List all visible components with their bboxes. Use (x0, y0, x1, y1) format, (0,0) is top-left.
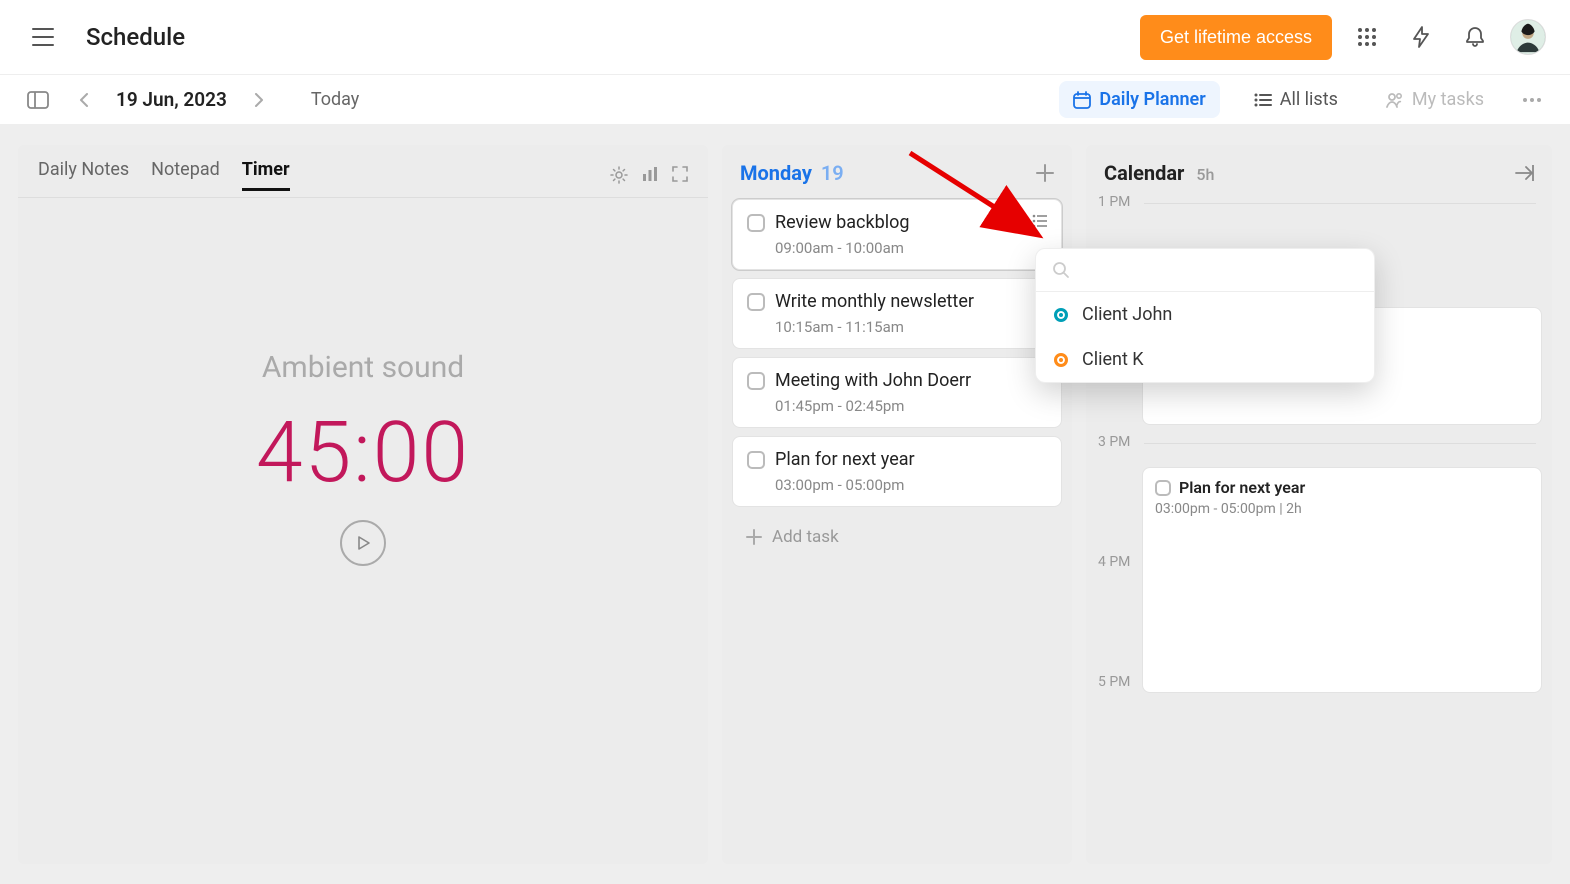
popover-item-label: Client John (1082, 304, 1172, 325)
task-time: 03:00pm - 05:00pm (775, 476, 1047, 494)
popover-search-input[interactable] (1078, 261, 1358, 279)
task-time: 10:15am - 11:15am (775, 318, 1047, 336)
hour-label: 5 PM (1098, 674, 1138, 690)
more-icon[interactable] (1518, 86, 1546, 114)
event-title: Plan for next year (1179, 478, 1305, 497)
task-title: Write monthly newsletter (775, 291, 974, 312)
apps-grid-icon[interactable] (1348, 18, 1386, 56)
task-time: 09:00am - 10:00am (775, 239, 1047, 257)
current-date[interactable]: 19 Jun, 2023 (116, 88, 227, 111)
menu-icon[interactable] (24, 18, 62, 56)
hour-label: 1 PM (1098, 194, 1138, 210)
task-play-icon[interactable] (999, 210, 1021, 232)
timer-value: 45:00 (256, 403, 470, 502)
fullscreen-icon[interactable] (672, 166, 688, 184)
timer-area: Ambient sound 45:00 (18, 198, 708, 718)
top-header: Schedule Get lifetime access (0, 0, 1570, 75)
toolbar: 19 Jun, 2023 Today Daily Planner All lis… (0, 75, 1570, 125)
task-time: 01:45pm - 02:45pm (775, 397, 1047, 415)
bell-icon[interactable] (1456, 18, 1494, 56)
sidebar-toggle-icon[interactable] (24, 86, 52, 114)
task-checkbox[interactable] (747, 372, 765, 390)
task-card[interactable]: Plan for next year 03:00pm - 05:00pm (732, 436, 1062, 507)
popover-item-client-k[interactable]: Client K (1036, 337, 1374, 382)
lifetime-access-button[interactable]: Get lifetime access (1140, 15, 1332, 60)
day-weekday: Monday (740, 161, 812, 185)
collapse-calendar-icon[interactable] (1514, 165, 1534, 181)
task-title: Plan for next year (775, 449, 915, 470)
toolbar-left: 19 Jun, 2023 Today (24, 86, 359, 114)
view-my-tasks-label: My tasks (1412, 89, 1484, 110)
toolbar-right: Daily Planner All lists My tasks (1059, 81, 1546, 118)
day-column-header: Monday 19 (722, 145, 1072, 195)
list-color-dot (1054, 353, 1068, 367)
view-daily-planner-label: Daily Planner (1099, 89, 1205, 110)
stats-icon[interactable] (642, 166, 658, 184)
event-subtitle: 03:00pm - 05:00pm | 2h (1155, 501, 1529, 517)
prev-day-icon[interactable] (70, 86, 98, 114)
view-all-lists[interactable]: All lists (1240, 81, 1352, 118)
hour-label: 4 PM (1098, 554, 1138, 570)
calendar-duration: 5h (1196, 165, 1214, 184)
day-column: Monday 19 Review backblog 09:00am - 10:0… (722, 145, 1072, 864)
task-card[interactable]: Meeting with John Doerr 01:45pm - 02:45p… (732, 357, 1062, 428)
app-title: Schedule (86, 23, 185, 51)
popover-item-client-john[interactable]: Client John (1036, 292, 1374, 337)
left-panel-tabs: Daily Notes Notepad Timer (18, 145, 708, 198)
add-task-label: Add task (772, 527, 839, 547)
today-button[interactable]: Today (311, 89, 359, 110)
left-panel: Daily Notes Notepad Timer Ambient sound … (18, 145, 708, 864)
popover-item-label: Client K (1082, 349, 1144, 370)
view-all-lists-label: All lists (1280, 89, 1338, 110)
view-my-tasks[interactable]: My tasks (1372, 81, 1498, 118)
list-color-dot (1054, 308, 1068, 322)
tab-timer[interactable]: Timer (242, 159, 290, 191)
tab-daily-notes[interactable]: Daily Notes (38, 159, 129, 191)
next-day-icon[interactable] (245, 86, 273, 114)
task-card[interactable]: Write monthly newsletter 10:15am - 11:15… (732, 278, 1062, 349)
view-daily-planner[interactable]: Daily Planner (1059, 81, 1219, 118)
day-title: Monday 19 (740, 161, 844, 185)
add-task-button[interactable]: Add task (732, 515, 1062, 559)
timer-play-button[interactable] (340, 520, 386, 566)
tab-notepad[interactable]: Notepad (151, 159, 220, 191)
calendar-header: Calendar 5h (1086, 145, 1552, 195)
calendar-event[interactable]: Plan for next year 03:00pm - 05:00pm | 2… (1142, 467, 1542, 693)
day-number: 19 (821, 161, 844, 185)
main-body: Daily Notes Notepad Timer Ambient sound … (0, 125, 1570, 884)
search-icon (1052, 261, 1070, 279)
header-left: Schedule (24, 18, 185, 56)
popover-search (1036, 249, 1374, 292)
task-list-icon[interactable] (1029, 210, 1051, 232)
calendar-title: Calendar (1104, 161, 1184, 185)
task-checkbox[interactable] (747, 293, 765, 311)
task-title: Review backblog (775, 212, 909, 233)
list-popover: Client John Client K (1035, 248, 1375, 383)
event-checkbox[interactable] (1155, 480, 1171, 496)
add-task-icon[interactable] (1036, 164, 1054, 182)
task-checkbox[interactable] (747, 451, 765, 469)
ambient-sound-label[interactable]: Ambient sound (262, 350, 464, 385)
avatar[interactable] (1510, 19, 1546, 55)
task-list: Review backblog 09:00am - 10:00am Write … (722, 195, 1072, 569)
task-card[interactable]: Review backblog 09:00am - 10:00am (732, 199, 1062, 270)
task-title: Meeting with John Doerr (775, 370, 971, 391)
header-right: Get lifetime access (1140, 15, 1546, 60)
hour-label: 3 PM (1098, 434, 1138, 450)
bolt-icon[interactable] (1402, 18, 1440, 56)
gear-icon[interactable] (610, 166, 628, 184)
task-checkbox[interactable] (747, 214, 765, 232)
